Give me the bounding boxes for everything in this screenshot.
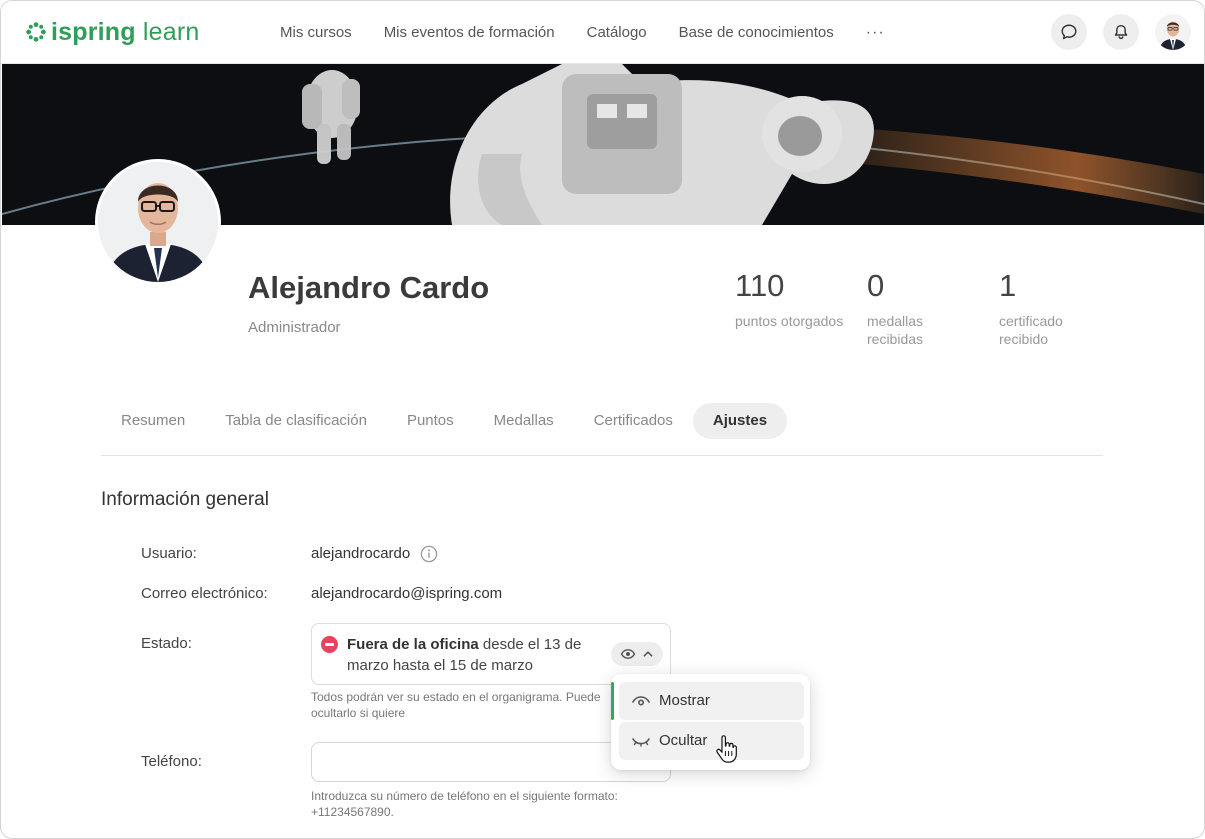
profile-role: Administrador [248, 319, 341, 336]
logo-flower-icon [26, 22, 46, 42]
stat-badges-value: 0 [867, 268, 885, 303]
username-value: alejandrocardo [311, 545, 411, 562]
bell-icon [1114, 24, 1128, 40]
email-label: Correo electrónico: [141, 585, 268, 602]
nav-catalogo[interactable]: Catálogo [587, 23, 647, 43]
phone-hint-line1: Introduzca su número de teléfono en el s… [311, 789, 618, 803]
section-title: Información general [101, 489, 269, 510]
nav-mis-cursos[interactable]: Mis cursos [280, 23, 352, 43]
info-icon[interactable] [420, 545, 438, 563]
chat-icon [1061, 24, 1077, 40]
phone-label: Teléfono: [141, 753, 202, 770]
tab-medallas[interactable]: Medallas [474, 403, 574, 439]
logo-text: ispring learn [51, 18, 200, 46]
eye-icon [620, 649, 636, 659]
status-text: Fuera de la oficina desde el 13 de marzo… [347, 634, 597, 676]
app-window: ispring learn Mis cursos Mis eventos de … [0, 0, 1205, 839]
top-header: ispring learn Mis cursos Mis eventos de … [1, 1, 1204, 64]
nav-mis-eventos[interactable]: Mis eventos de formación [384, 23, 555, 43]
selected-indicator [611, 682, 614, 720]
out-of-office-icon [321, 636, 338, 653]
menu-item-mostrar-label: Mostrar [659, 692, 710, 709]
tabs-divider [101, 455, 1103, 456]
stat-badges: 0 medallas recibidas [867, 268, 977, 348]
tab-clasificacion[interactable]: Tabla de clasificación [205, 403, 387, 439]
chevron-up-icon [643, 651, 653, 657]
eye-icon [632, 696, 650, 706]
main-nav: Mis cursos Mis eventos de formación Catá… [280, 23, 885, 43]
stat-points-label: puntos otorgados [735, 313, 844, 329]
profile-name: Alejandro Cardo [248, 270, 490, 305]
stat-badges-label: medallas recibidas [867, 313, 924, 347]
tab-ajustes[interactable]: Ajustes [692, 403, 788, 439]
notifications-button[interactable] [1103, 14, 1139, 50]
stat-points-value: 110 [735, 268, 785, 303]
stat-certificates-value: 1 [999, 268, 1017, 303]
user-avatar[interactable] [1155, 14, 1191, 50]
eye-closed-icon [632, 738, 650, 747]
tab-puntos[interactable]: Puntos [387, 403, 474, 439]
visibility-toggle[interactable] [611, 642, 663, 666]
tab-certificados[interactable]: Certificados [574, 403, 693, 439]
email-value: alejandrocardo@ispring.com [311, 585, 503, 602]
status-hint-line1: Todos podrán ver su estado en el organig… [311, 690, 601, 704]
app-logo[interactable]: ispring learn [25, 18, 200, 46]
status-label: Estado: [141, 635, 192, 652]
username-label: Usuario: [141, 545, 197, 562]
hand-cursor-icon [716, 735, 737, 763]
menu-item-ocultar-label: Ocultar [659, 732, 708, 749]
nav-base-conocimientos[interactable]: Base de conocimientos [679, 23, 834, 43]
nav-more-button[interactable]: ··· [866, 24, 885, 42]
chat-button[interactable] [1051, 14, 1087, 50]
stat-certificates-label: certificado recibido [999, 313, 1063, 347]
menu-item-mostrar[interactable]: Mostrar [619, 682, 804, 720]
stat-certificates: 1 certificado recibido [999, 268, 1109, 348]
stat-points: 110 puntos otorgados [735, 268, 845, 330]
visibility-menu: Mostrar Ocultar [611, 674, 810, 770]
status-bold: Fuera de la oficina [347, 636, 479, 653]
menu-item-ocultar[interactable]: Ocultar [619, 722, 804, 760]
tab-resumen[interactable]: Resumen [101, 403, 205, 439]
phone-hint-line2: +11234567890. [311, 805, 394, 819]
profile-photo [95, 159, 221, 285]
status-hint-line2: ocultarlo si quiere [311, 706, 406, 720]
profile-tabs: Resumen Tabla de clasificación Puntos Me… [101, 403, 788, 439]
